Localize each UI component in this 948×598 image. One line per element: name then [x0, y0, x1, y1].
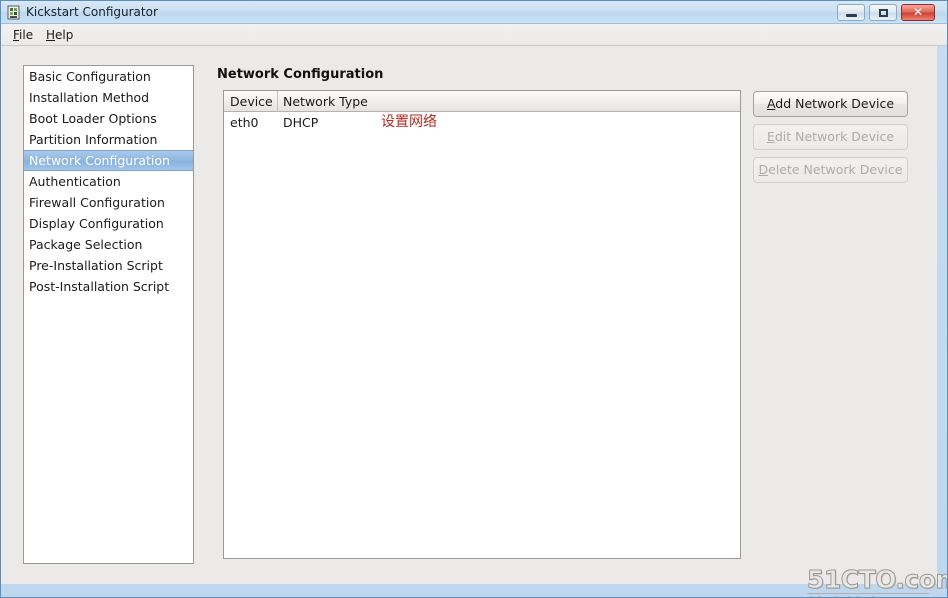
menu-bar: File Help	[1, 24, 947, 46]
delete-network-device-button[interactable]: Delete Network Device	[753, 157, 908, 183]
window-title: Kickstart Configurator	[26, 5, 158, 19]
page-title: Network Configuration	[217, 67, 384, 82]
client-area: Basic Configuration Installation Method …	[1, 46, 947, 597]
menu-file-rest: ile	[19, 28, 34, 42]
sidebar-item-label: Pre-Installation Script	[29, 258, 163, 273]
app-icon	[7, 5, 20, 20]
sidebar-item-installation-method[interactable]: Installation Method	[24, 87, 193, 108]
sidebar-item-boot-loader-options[interactable]: Boot Loader Options	[24, 108, 193, 129]
menu-help-rest: elp	[55, 28, 74, 42]
network-device-table[interactable]: Device Network Type eth0 DHCP 设置网络	[223, 90, 741, 559]
column-header-network-type[interactable]: Network Type	[283, 93, 368, 110]
sidebar-item-label: Firewall Configuration	[29, 195, 165, 210]
sidebar-item-label: Installation Method	[29, 90, 150, 105]
menu-help-mnemonic: H	[46, 28, 56, 42]
minimize-button[interactable]	[837, 4, 865, 21]
cell-network-type: DHCP	[283, 115, 319, 130]
column-separator	[277, 91, 278, 111]
configuration-sidebar[interactable]: Basic Configuration Installation Method …	[23, 65, 194, 564]
application-window: Kickstart Configurator ✕ File Help Basic…	[0, 0, 948, 598]
maximize-icon	[879, 9, 888, 17]
cell-device: eth0	[230, 115, 259, 130]
close-icon: ✕	[912, 5, 924, 19]
delete-button-mnemonic: D	[758, 162, 769, 177]
annotation-text: 设置网络	[381, 114, 437, 130]
sidebar-item-firewall-configuration[interactable]: Firewall Configuration	[24, 192, 193, 213]
edit-button-label: dit Network Device	[774, 129, 895, 144]
column-header-device[interactable]: Device	[230, 93, 273, 110]
menu-item-file[interactable]: File	[10, 27, 36, 43]
edit-network-device-button[interactable]: Edit Network Device	[753, 124, 908, 150]
sidebar-item-partition-information[interactable]: Partition Information	[24, 129, 193, 150]
add-network-device-button[interactable]: Add Network Device	[753, 91, 908, 117]
sidebar-item-label: Basic Configuration	[29, 69, 151, 84]
sidebar-item-label: Display Configuration	[29, 216, 164, 231]
sidebar-item-display-configuration[interactable]: Display Configuration	[24, 213, 193, 234]
watermark: 51CTO.com 技术博客 Blog	[806, 565, 948, 598]
delete-button-label: elete Network Device	[768, 162, 903, 177]
maximize-button[interactable]	[869, 4, 897, 21]
watermark-site: 51CTO.com	[807, 565, 948, 594]
sidebar-item-label: Partition Information	[29, 132, 158, 147]
title-bar: Kickstart Configurator ✕	[1, 1, 947, 24]
minimize-icon	[846, 14, 857, 17]
sidebar-item-package-selection[interactable]: Package Selection	[24, 234, 193, 255]
sidebar-item-network-configuration[interactable]: Network Configuration	[24, 150, 193, 171]
add-button-label: dd Network Device	[775, 96, 895, 111]
sidebar-item-label: Authentication	[29, 174, 121, 189]
sidebar-item-authentication[interactable]: Authentication	[24, 171, 193, 192]
sidebar-item-label: Post-Installation Script	[29, 279, 170, 294]
sidebar-item-label: Network Configuration	[29, 153, 170, 168]
sidebar-item-post-installation-script[interactable]: Post-Installation Script	[24, 276, 193, 297]
table-row[interactable]: eth0 DHCP 设置网络	[224, 112, 740, 134]
table-header-row: Device Network Type	[224, 91, 740, 112]
sidebar-item-label: Package Selection	[29, 237, 143, 252]
sidebar-item-pre-installation-script[interactable]: Pre-Installation Script	[24, 255, 193, 276]
menu-item-help[interactable]: Help	[43, 27, 76, 43]
sidebar-item-label: Boot Loader Options	[29, 111, 157, 126]
sidebar-item-basic-configuration[interactable]: Basic Configuration	[24, 66, 193, 87]
close-button[interactable]: ✕	[901, 4, 935, 21]
edit-button-mnemonic: E	[766, 129, 775, 144]
